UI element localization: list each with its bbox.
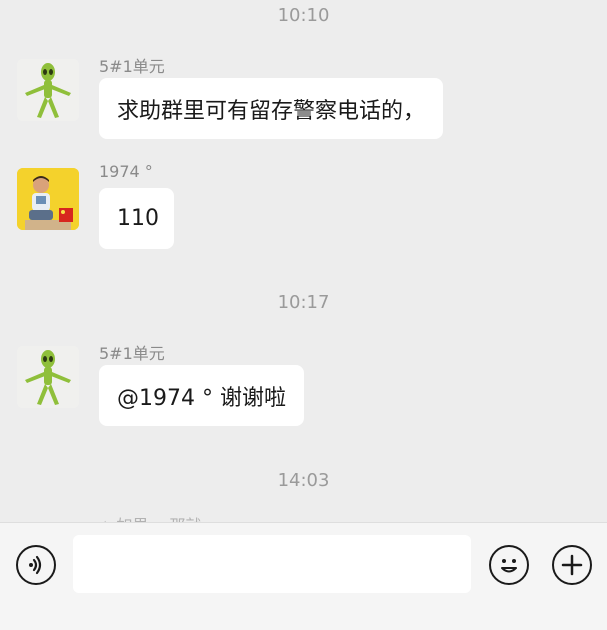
sender-name: 1974 ° bbox=[99, 162, 153, 181]
message-input[interactable] bbox=[73, 535, 471, 593]
voice-icon[interactable] bbox=[16, 545, 56, 585]
emoji-icon[interactable] bbox=[489, 545, 529, 585]
timestamp: 14:03 bbox=[277, 470, 330, 491]
input-bar bbox=[0, 522, 607, 630]
message-bubble[interactable]: 110 bbox=[99, 188, 174, 249]
alien-avatar[interactable] bbox=[17, 59, 79, 121]
timestamp: 10:10 bbox=[277, 5, 330, 26]
sender-name: 5#1单元 bbox=[99, 57, 165, 76]
child-photo-avatar[interactable] bbox=[17, 168, 79, 230]
message-bubble[interactable]: @1974 ° 谢谢啦 bbox=[99, 365, 304, 426]
chat-message-list[interactable]: 10:10 5#1单元 求助群里可有留存警察电话的， 1974 ° 110 10… bbox=[0, 0, 607, 522]
plus-icon[interactable] bbox=[552, 545, 592, 585]
message-bubble[interactable]: 求助群里可有留存警察电话的， bbox=[99, 78, 444, 139]
timestamp: 10:17 bbox=[277, 292, 330, 313]
partial-sender-text: △ 如果一 那就 bbox=[99, 512, 201, 522]
alien-avatar[interactable] bbox=[17, 346, 79, 408]
sender-name: 5#1单元 bbox=[99, 344, 165, 363]
